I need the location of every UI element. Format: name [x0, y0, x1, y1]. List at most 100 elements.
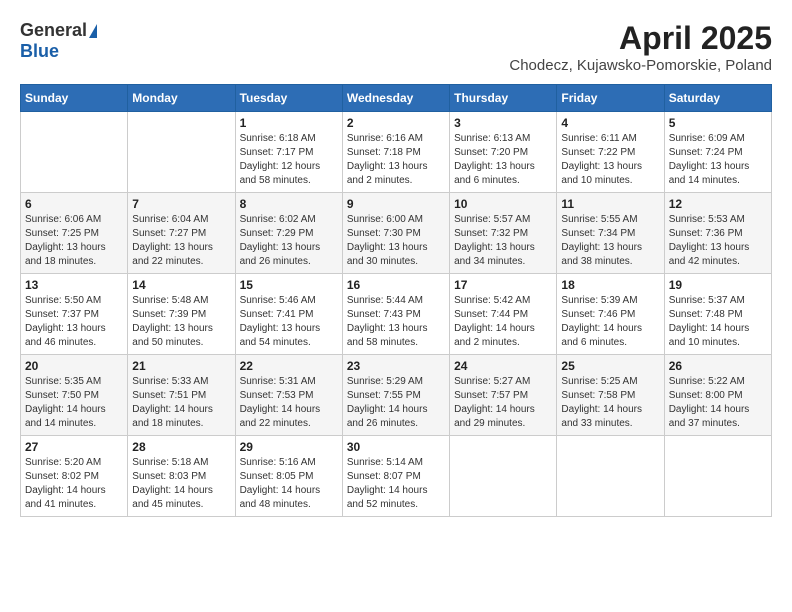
- day-detail: Sunrise: 5:22 AM Sunset: 8:00 PM Dayligh…: [669, 375, 767, 431]
- calendar-cell: 9Sunrise: 6:00 AM Sunset: 7:30 PM Daylig…: [342, 193, 449, 274]
- day-number: 4: [561, 116, 659, 130]
- calendar-cell: 19Sunrise: 5:37 AM Sunset: 7:48 PM Dayli…: [664, 274, 771, 355]
- day-number: 2: [347, 116, 445, 130]
- day-detail: Sunrise: 5:39 AM Sunset: 7:46 PM Dayligh…: [561, 294, 659, 350]
- calendar-table: SundayMondayTuesdayWednesdayThursdayFrid…: [20, 84, 772, 517]
- day-number: 28: [132, 440, 230, 454]
- calendar-cell: 13 Sunrise: 5:50 AM Sunset: 7:37 PM Dayli…: [21, 274, 128, 355]
- day-detail: Sunrise: 6:13 AM Sunset: 7:20 PM Dayligh…: [454, 132, 552, 188]
- day-detail: Sunrise: 6:18 AM Sunset: 7:17 PM Dayligh…: [240, 132, 338, 188]
- day-number: 16: [347, 278, 445, 292]
- weekday-header-monday: Monday: [128, 85, 235, 112]
- calendar-cell: 7 Sunrise: 6:04 AM Sunset: 7:27 PM Daylig…: [128, 193, 235, 274]
- day-number: 19: [669, 278, 767, 292]
- weekday-header-wednesday: Wednesday: [342, 85, 449, 112]
- calendar-cell: 21Sunrise: 5:33 AM Sunset: 7:51 PM Dayli…: [128, 355, 235, 436]
- calendar-cell: 2 Sunrise: 6:16 AM Sunset: 7:18 PM Daylig…: [342, 112, 449, 193]
- day-number: 8: [240, 197, 338, 211]
- weekday-header-friday: Friday: [557, 85, 664, 112]
- calendar-cell: 5 Sunrise: 6:09 AM Sunset: 7:24 PM Daylig…: [664, 112, 771, 193]
- logo-blue-text: Blue: [20, 41, 59, 62]
- calendar-cell: 16 Sunrise: 5:44 AM Sunset: 7:43 PM Dayli…: [342, 274, 449, 355]
- weekday-header-sunday: Sunday: [21, 85, 128, 112]
- calendar-cell: 14 Sunrise: 5:48 AM Sunset: 7:39 PM Dayli…: [128, 274, 235, 355]
- day-number: 24: [454, 359, 552, 373]
- day-detail: Sunrise: 5:20 AM Sunset: 8:02 PM Dayligh…: [25, 456, 123, 512]
- calendar-cell: 23Sunrise: 5:29 AM Sunset: 7:55 PM Dayli…: [342, 355, 449, 436]
- day-number: 18: [561, 278, 659, 292]
- calendar-cell: 1 Sunrise: 6:18 AM Sunset: 7:17 PM Daylig…: [235, 112, 342, 193]
- calendar-cell: 18 Sunrise: 5:39 AM Sunset: 7:46 PM Dayli…: [557, 274, 664, 355]
- day-detail: Sunrise: 6:09 AM Sunset: 7:24 PM Dayligh…: [669, 132, 767, 188]
- calendar-week-row: 27Sunrise: 5:20 AM Sunset: 8:02 PM Dayli…: [21, 436, 772, 517]
- day-detail: Sunrise: 6:04 AM Sunset: 7:27 PM Dayligh…: [132, 213, 230, 269]
- calendar-cell: 6Sunrise: 6:06 AM Sunset: 7:25 PM Daylig…: [21, 193, 128, 274]
- day-number: 10: [454, 197, 552, 211]
- month-year-title: April 2025: [509, 20, 772, 57]
- calendar-cell: 22 Sunrise: 5:31 AM Sunset: 7:53 PM Dayli…: [235, 355, 342, 436]
- day-number: 1: [240, 116, 338, 130]
- day-number: 17: [454, 278, 552, 292]
- day-number: 6: [25, 197, 123, 211]
- day-detail: Sunrise: 5:50 AM Sunset: 7:37 PM Dayligh…: [25, 294, 123, 350]
- calendar-week-row: 6Sunrise: 6:06 AM Sunset: 7:25 PM Daylig…: [21, 193, 772, 274]
- calendar-cell: 10 Sunrise: 5:57 AM Sunset: 7:32 PM Dayli…: [450, 193, 557, 274]
- day-number: 14: [132, 278, 230, 292]
- calendar-cell: 28 Sunrise: 5:18 AM Sunset: 8:03 PM Dayli…: [128, 436, 235, 517]
- calendar-cell: 26 Sunrise: 5:22 AM Sunset: 8:00 PM Dayli…: [664, 355, 771, 436]
- day-number: 15: [240, 278, 338, 292]
- day-detail: Sunrise: 5:18 AM Sunset: 8:03 PM Dayligh…: [132, 456, 230, 512]
- calendar-cell: 20 Sunrise: 5:35 AM Sunset: 7:50 PM Dayli…: [21, 355, 128, 436]
- day-number: 11: [561, 197, 659, 211]
- day-number: 5: [669, 116, 767, 130]
- day-detail: Sunrise: 5:27 AM Sunset: 7:57 PM Dayligh…: [454, 375, 552, 431]
- calendar-cell: 4Sunrise: 6:11 AM Sunset: 7:22 PM Daylig…: [557, 112, 664, 193]
- day-detail: Sunrise: 5:53 AM Sunset: 7:36 PM Dayligh…: [669, 213, 767, 269]
- calendar-cell: [21, 112, 128, 193]
- day-detail: Sunrise: 6:00 AM Sunset: 7:30 PM Dayligh…: [347, 213, 445, 269]
- day-detail: Sunrise: 5:44 AM Sunset: 7:43 PM Dayligh…: [347, 294, 445, 350]
- day-detail: Sunrise: 6:16 AM Sunset: 7:18 PM Dayligh…: [347, 132, 445, 188]
- logo-general-text: General: [20, 20, 87, 41]
- calendar-cell: 25Sunrise: 5:25 AM Sunset: 7:58 PM Dayli…: [557, 355, 664, 436]
- day-number: 26: [669, 359, 767, 373]
- calendar-cell: 27Sunrise: 5:20 AM Sunset: 8:02 PM Dayli…: [21, 436, 128, 517]
- calendar-cell: 17 Sunrise: 5:42 AM Sunset: 7:44 PM Dayli…: [450, 274, 557, 355]
- day-detail: Sunrise: 5:29 AM Sunset: 7:55 PM Dayligh…: [347, 375, 445, 431]
- location-subtitle: Chodecz, Kujawsko-Pomorskie, Poland: [509, 57, 772, 74]
- day-number: 29: [240, 440, 338, 454]
- calendar-cell: [450, 436, 557, 517]
- weekday-header-saturday: Saturday: [664, 85, 771, 112]
- day-detail: Sunrise: 5:16 AM Sunset: 8:05 PM Dayligh…: [240, 456, 338, 512]
- day-number: 3: [454, 116, 552, 130]
- day-number: 7: [132, 197, 230, 211]
- day-detail: Sunrise: 5:46 AM Sunset: 7:41 PM Dayligh…: [240, 294, 338, 350]
- title-section: April 2025 Chodecz, Kujawsko-Pomorskie, …: [509, 20, 772, 74]
- day-detail: Sunrise: 5:25 AM Sunset: 7:58 PM Dayligh…: [561, 375, 659, 431]
- calendar-week-row: 1 Sunrise: 6:18 AM Sunset: 7:17 PM Daylig…: [21, 112, 772, 193]
- logo-icon: [89, 24, 97, 38]
- calendar-cell: 3 Sunrise: 6:13 AM Sunset: 7:20 PM Daylig…: [450, 112, 557, 193]
- day-number: 21: [132, 359, 230, 373]
- day-detail: Sunrise: 5:57 AM Sunset: 7:32 PM Dayligh…: [454, 213, 552, 269]
- calendar-week-row: 13 Sunrise: 5:50 AM Sunset: 7:37 PM Dayli…: [21, 274, 772, 355]
- logo: General Blue: [20, 20, 97, 62]
- day-number: 22: [240, 359, 338, 373]
- calendar-cell: 12Sunrise: 5:53 AM Sunset: 7:36 PM Dayli…: [664, 193, 771, 274]
- calendar-week-row: 20 Sunrise: 5:35 AM Sunset: 7:50 PM Dayli…: [21, 355, 772, 436]
- weekday-header-row: SundayMondayTuesdayWednesdayThursdayFrid…: [21, 85, 772, 112]
- day-number: 13: [25, 278, 123, 292]
- day-number: 20: [25, 359, 123, 373]
- calendar-cell: [664, 436, 771, 517]
- calendar-cell: 30 Sunrise: 5:14 AM Sunset: 8:07 PM Dayli…: [342, 436, 449, 517]
- calendar-cell: [557, 436, 664, 517]
- day-detail: Sunrise: 5:35 AM Sunset: 7:50 PM Dayligh…: [25, 375, 123, 431]
- day-number: 30: [347, 440, 445, 454]
- day-detail: Sunrise: 5:31 AM Sunset: 7:53 PM Dayligh…: [240, 375, 338, 431]
- day-detail: Sunrise: 5:48 AM Sunset: 7:39 PM Dayligh…: [132, 294, 230, 350]
- day-detail: Sunrise: 6:02 AM Sunset: 7:29 PM Dayligh…: [240, 213, 338, 269]
- day-detail: Sunrise: 5:42 AM Sunset: 7:44 PM Dayligh…: [454, 294, 552, 350]
- calendar-cell: 11Sunrise: 5:55 AM Sunset: 7:34 PM Dayli…: [557, 193, 664, 274]
- day-detail: Sunrise: 5:14 AM Sunset: 8:07 PM Dayligh…: [347, 456, 445, 512]
- weekday-header-tuesday: Tuesday: [235, 85, 342, 112]
